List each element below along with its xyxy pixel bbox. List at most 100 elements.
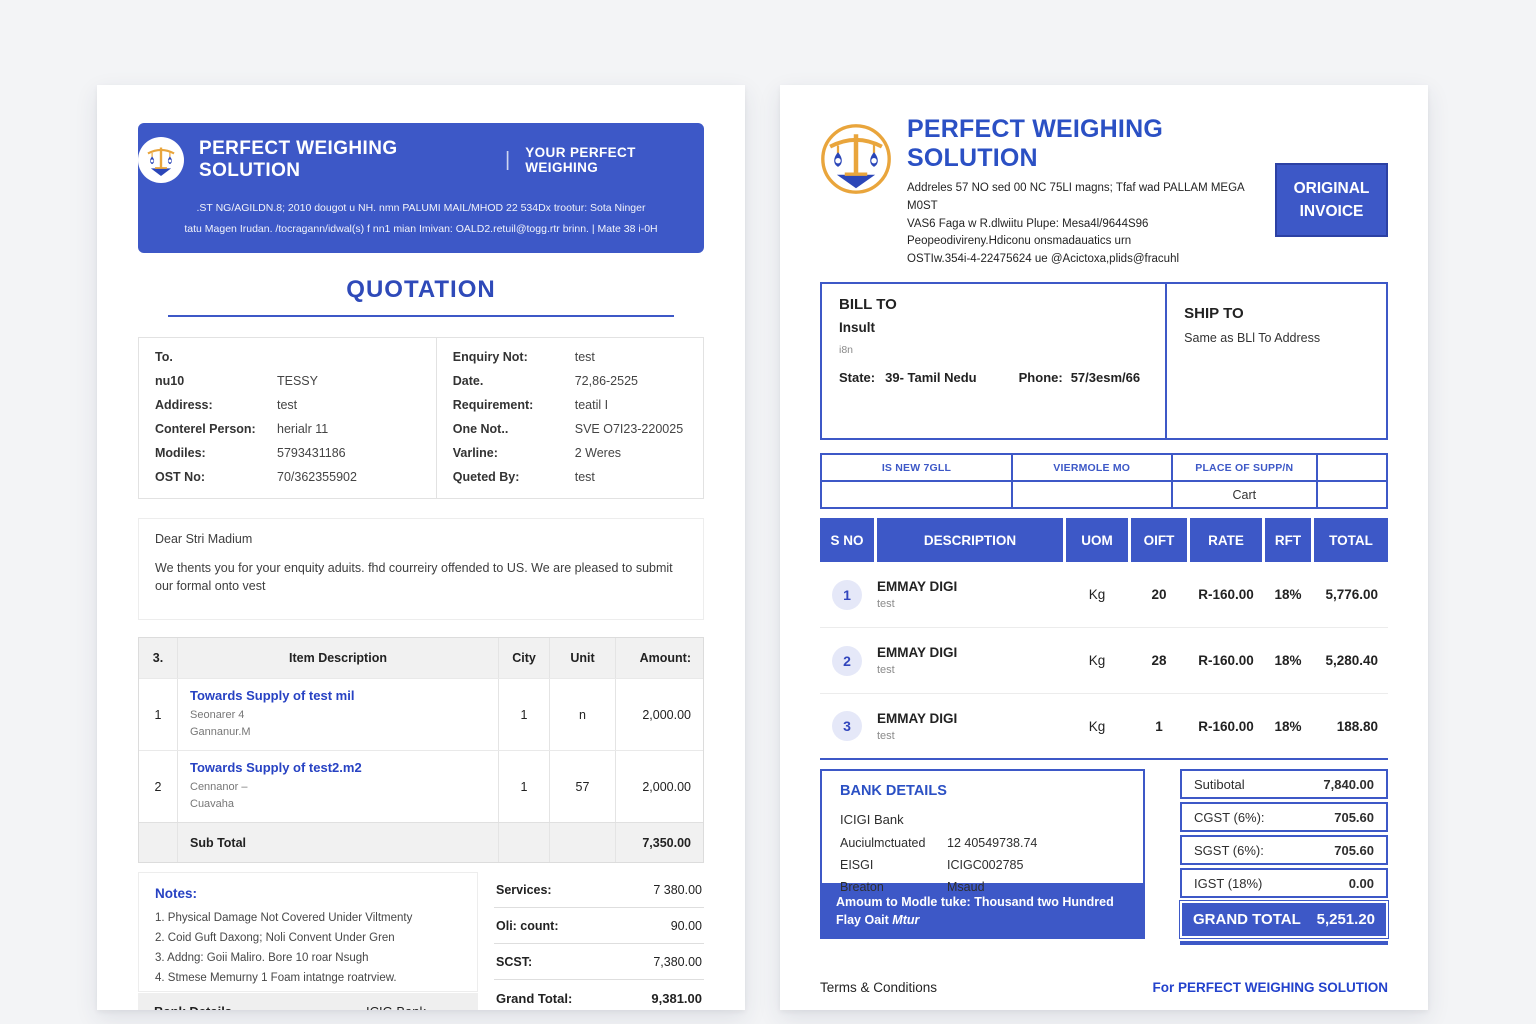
item-subtext: Gannanur.M xyxy=(190,724,251,741)
invoice-items-table: S NO DESCRIPTION UOM OIFT RATE RFT TOTAL… xyxy=(820,518,1388,760)
header-divider: | xyxy=(505,149,510,172)
cover-letter: Dear Stri Madium We thents you for your … xyxy=(138,518,704,620)
phone-label: Phone: xyxy=(1019,370,1063,385)
row-sno: 2 xyxy=(139,751,177,822)
item-subtext: test xyxy=(877,598,1063,610)
item-rate: R-160.00 xyxy=(1190,653,1262,668)
quotation-info-box: To. nu10TESSY Addiress:test Conterel Per… xyxy=(138,337,704,499)
item-subtext: Cuavaha xyxy=(190,796,234,813)
subtotal-value: 7,350.00 xyxy=(615,823,703,862)
bank-row-label: Auciulmctuated xyxy=(840,836,947,850)
note-item: 1. Physical Damage Not Covered Unider Vi… xyxy=(155,912,461,924)
bill-to-name: Insult xyxy=(839,320,1148,335)
invoice-meta-table: IS NEW 7GLL VIERMOLE MO PLACE OF SUPP/N … xyxy=(820,453,1388,509)
scale-logo-icon xyxy=(820,123,892,195)
meta-value xyxy=(822,482,1011,507)
original-invoice-badge: ORIGINAL INVOICE xyxy=(1275,163,1388,237)
item-title: Towards Supply of test mil xyxy=(190,688,354,703)
bank-row-label: EISGI xyxy=(840,858,947,872)
info-label: One Not.. xyxy=(453,422,575,437)
row-number-badge: 3 xyxy=(832,711,862,741)
item-name: EMMAY DIGI xyxy=(877,645,1063,660)
total-label: Sutibotal xyxy=(1194,777,1245,792)
item-subtext: Cennanor – xyxy=(190,779,248,796)
meta-value xyxy=(1011,482,1171,507)
total-value: 705.60 xyxy=(1334,810,1374,825)
meta-header: PLACE OF SUPP/N xyxy=(1171,455,1317,480)
quotation-items-table: 3. Item Description City Unit Amount: 1 … xyxy=(138,637,704,863)
header-rate: RATE xyxy=(1190,518,1262,562)
table-row: 2 Towards Supply of test2.m2 Cennanor – … xyxy=(139,750,703,822)
info-value: SVE O7I23-220025 xyxy=(575,422,683,437)
meta-header xyxy=(1316,455,1386,480)
item-uom: Kg xyxy=(1066,719,1128,734)
item-city: 1 xyxy=(498,751,549,822)
terms-and-conditions: Terms & Conditions xyxy=(820,980,937,995)
company-address-line1: .ST NG/AGILDN.8; 2010 dougot u NH. nmn P… xyxy=(184,198,657,218)
table-row: 1 Towards Supply of test mil Seonarer 4 … xyxy=(139,678,703,750)
row-sno: 1 xyxy=(139,679,177,750)
bank-details-box: BANK DETAILS ICIGI Bank Auciulmctuated12… xyxy=(820,769,1145,885)
company-tagline: YOUR PERFECT WEIGHING xyxy=(525,145,704,175)
item-title: Towards Supply of test2.m2 xyxy=(190,760,362,775)
info-label: Enquiry Not: xyxy=(453,350,575,365)
info-label: Conterel Person: xyxy=(155,422,277,437)
bank-row-value: 12 40549738.74 xyxy=(947,836,1037,850)
amount-words-italic: Mtur xyxy=(892,913,919,927)
header-qty: OIFT xyxy=(1131,518,1187,562)
amount-in-words-bar: Amoum to Modle tuke: Thousand two Hundre… xyxy=(820,885,1145,939)
total-value: 0.00 xyxy=(1349,876,1374,891)
badge-line2: INVOICE xyxy=(1300,203,1364,221)
total-label: Oli: count: xyxy=(496,919,559,933)
item-tax: 18% xyxy=(1265,653,1311,668)
info-label: Addiress: xyxy=(155,398,277,413)
header-tax: RFT xyxy=(1265,518,1311,562)
scale-logo-icon xyxy=(138,137,184,183)
item-subtext: test xyxy=(877,664,1063,676)
info-label: Queted By: xyxy=(453,470,575,485)
item-total: 5,776.00 xyxy=(1314,587,1388,602)
quotation-header-banner: PERFECT WEIGHING SOLUTION | YOUR PERFECT… xyxy=(138,123,704,253)
bank-details-title: BANK DETAILS xyxy=(840,783,1125,799)
item-rate: R-160.00 xyxy=(1190,719,1262,734)
title-rule xyxy=(168,315,674,317)
total-label: Services: xyxy=(496,883,552,897)
row-number-badge: 2 xyxy=(832,646,862,676)
table-row: 3 EMMAY DIGI test Kg 1 R-160.00 18% 188.… xyxy=(820,694,1388,760)
notes-title: Notes: xyxy=(155,886,461,901)
bank-details-value: ICIG Bank xyxy=(366,1004,426,1010)
bank-name: ICIGI Bank xyxy=(840,812,1125,827)
company-name: PERFECT WEIGHING SOLUTION xyxy=(907,115,1275,173)
total-label: SGST (6%): xyxy=(1194,843,1264,858)
note-item: 2. Coid Guft Daxong; Noli Convent Under … xyxy=(155,932,461,944)
table-row: 1 EMMAY DIGI test Kg 20 R-160.00 18% 5,7… xyxy=(820,562,1388,628)
subtotal-label: Sub Total xyxy=(177,823,498,862)
bank-details-label: Bank Details xyxy=(154,1004,366,1010)
header-uom: UOM xyxy=(1066,518,1128,562)
grand-total-value: 9,381.00 xyxy=(651,991,702,1006)
item-unit: 57 xyxy=(549,751,615,822)
item-subtext: test xyxy=(877,730,1063,742)
bill-to-subtext: i8n xyxy=(839,344,1148,356)
info-label: nu10 xyxy=(155,374,277,389)
letter-body: We thents you for your enquity aduits. f… xyxy=(155,559,687,595)
bank-details-bar: Bank Details ICIG Bank xyxy=(138,993,478,1010)
bank-row-value: ICIGC002785 xyxy=(947,858,1023,872)
meta-header: VIERMOLE MO xyxy=(1011,455,1171,480)
item-qty: 28 xyxy=(1131,653,1187,668)
meta-value xyxy=(1316,482,1386,507)
header-sno: S NO xyxy=(820,518,874,562)
subtotal-row: Sub Total 7,350.00 xyxy=(139,822,703,862)
item-uom: Kg xyxy=(1066,587,1128,602)
total-label: SCST: xyxy=(496,955,532,969)
items-table-header: S NO DESCRIPTION UOM OIFT RATE RFT TOTAL xyxy=(820,518,1388,562)
meta-header: IS NEW 7GLL xyxy=(822,455,1011,480)
total-value: 7,380.00 xyxy=(653,955,702,969)
item-tax: 18% xyxy=(1265,719,1311,734)
info-label: Modiles: xyxy=(155,446,277,461)
grand-total-value: 5,251.20 xyxy=(1317,911,1375,928)
total-value: 90.00 xyxy=(671,919,702,933)
meta-value: Cart xyxy=(1171,482,1317,507)
company-address-line2: tatu Magen Irudan. /tocragann/idwal(s) f… xyxy=(184,219,657,239)
header-description: DESCRIPTION xyxy=(877,518,1063,562)
